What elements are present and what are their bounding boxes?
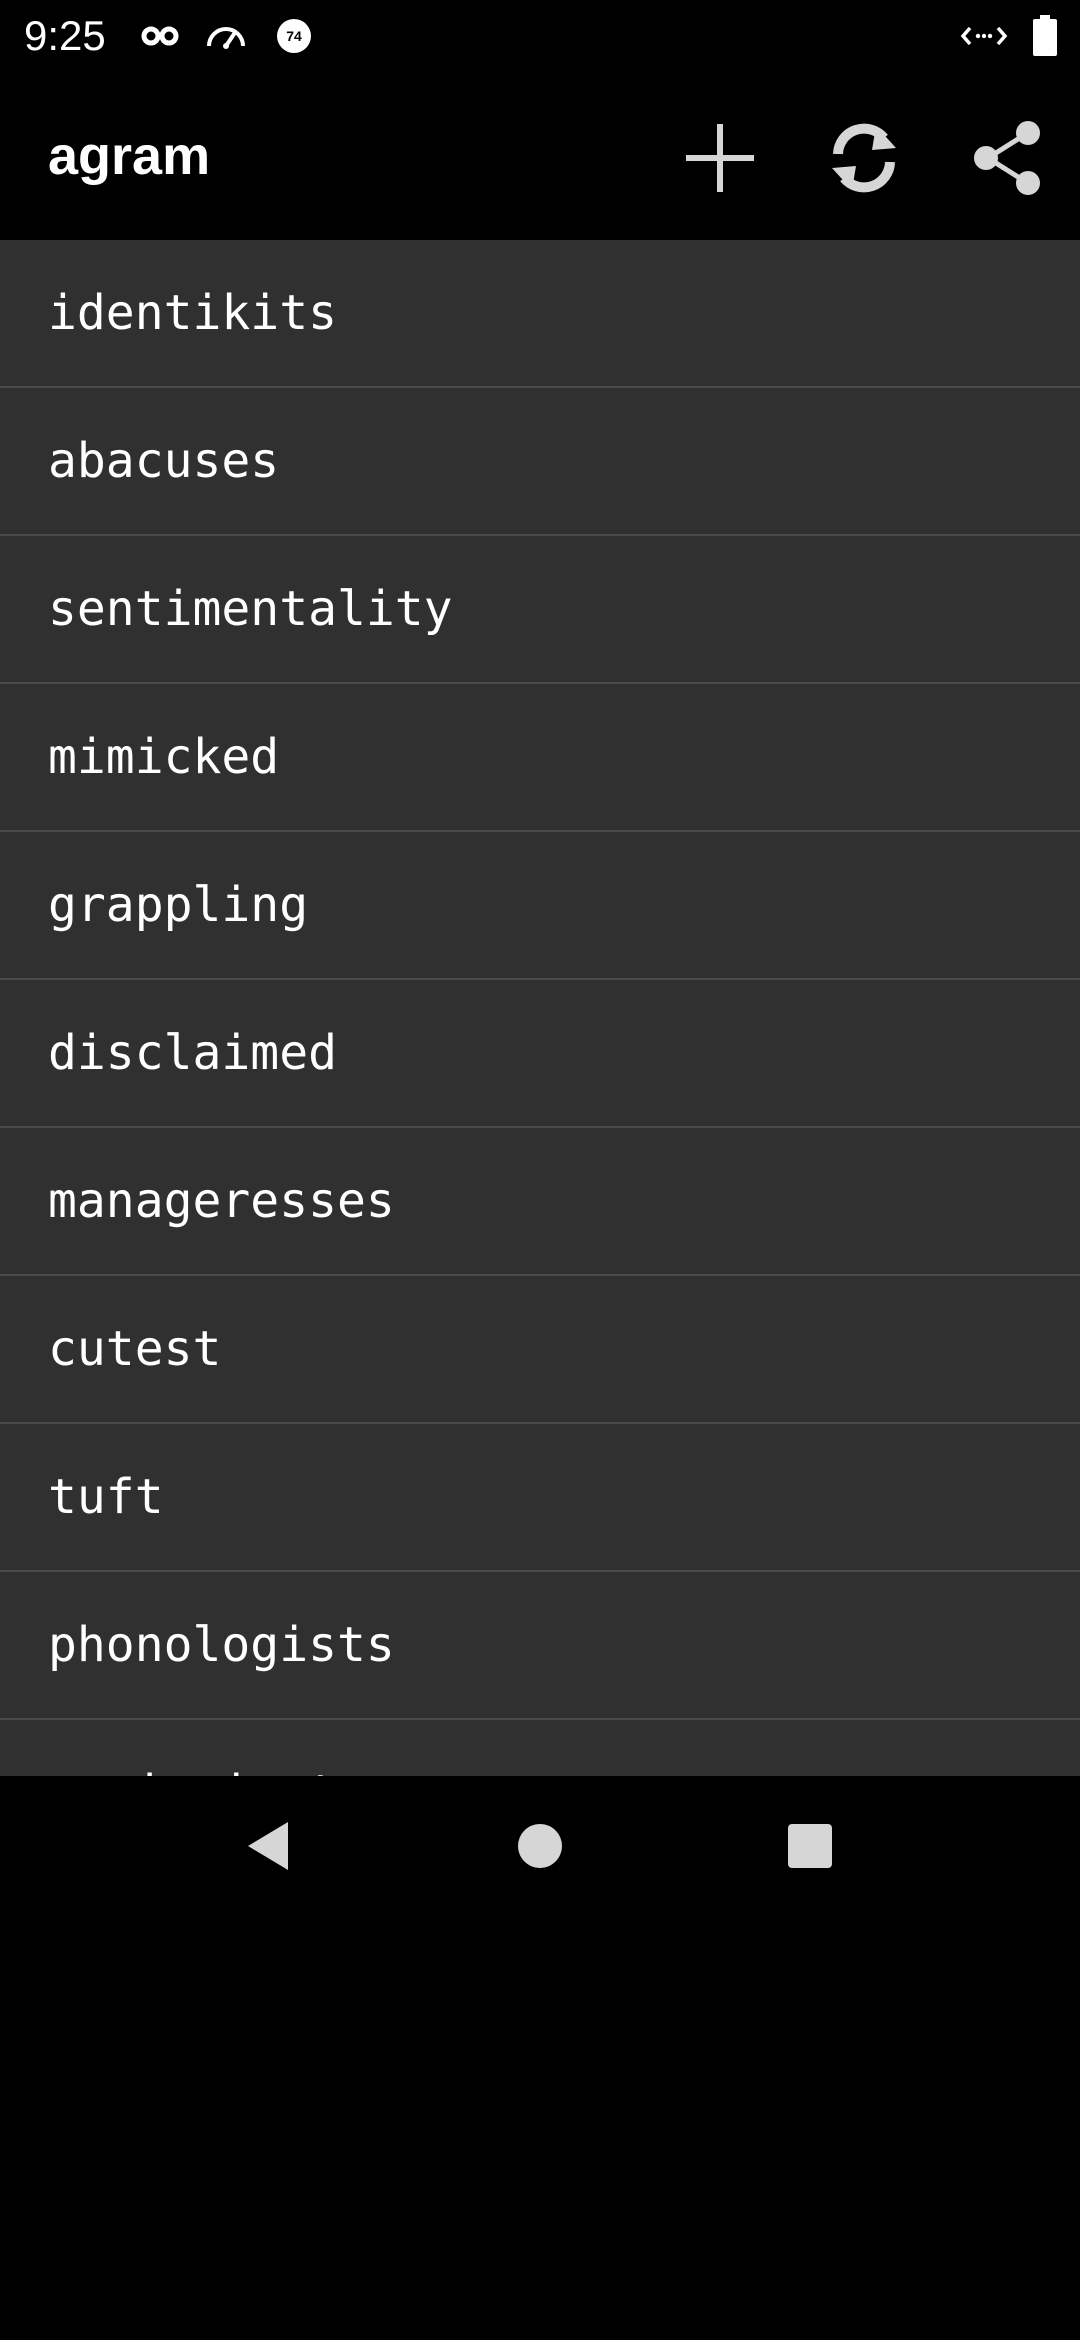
code-arrows-icon xyxy=(960,14,1008,58)
list-item[interactable]: phonologists xyxy=(0,1572,1080,1720)
recents-button[interactable] xyxy=(762,1798,858,1894)
list-item[interactable]: omniscient xyxy=(0,1720,1080,1776)
status-time: 9:25 xyxy=(24,12,106,59)
status-bar: 9:25 74 xyxy=(0,0,1080,72)
list-item-label: tuft xyxy=(48,1469,164,1525)
list-item[interactable]: grappling xyxy=(0,832,1080,980)
list-item-label: disclaimed xyxy=(48,1025,337,1081)
list-item-label: mimicked xyxy=(48,729,280,785)
list-item[interactable]: sentimentality xyxy=(0,536,1080,684)
add-button[interactable] xyxy=(672,110,768,206)
list-item[interactable]: disclaimed xyxy=(0,980,1080,1128)
list-item[interactable]: identikits xyxy=(0,240,1080,388)
bottom-blank-area xyxy=(0,1916,1080,2340)
refresh-icon xyxy=(832,123,896,193)
list-item-label: grappling xyxy=(48,877,309,933)
navigation-bar xyxy=(0,1776,1080,1916)
speedometer-icon xyxy=(204,14,248,58)
home-icon xyxy=(518,1824,562,1868)
badge-74-icon: 74 xyxy=(272,14,316,58)
share-icon xyxy=(974,121,1040,195)
app-title: agram xyxy=(48,126,211,186)
incognito-icon xyxy=(138,14,182,58)
list-item-label: phonologists xyxy=(48,1617,395,1673)
recents-icon xyxy=(788,1824,832,1868)
list-item-label: omniscient xyxy=(48,1758,337,1776)
list-item[interactable]: mimicked xyxy=(0,684,1080,832)
share-button[interactable] xyxy=(960,110,1056,206)
app-bar: agram xyxy=(0,72,1080,240)
badge-number: 74 xyxy=(286,28,302,44)
list-item[interactable]: tuft xyxy=(0,1424,1080,1572)
list-item[interactable]: manageresses xyxy=(0,1128,1080,1276)
list-item-label: cutest xyxy=(48,1321,222,1377)
list-item[interactable]: cutest xyxy=(0,1276,1080,1424)
list-item-label: manageresses xyxy=(48,1173,395,1229)
back-icon xyxy=(248,1822,288,1870)
battery-icon xyxy=(1030,14,1060,58)
home-button[interactable] xyxy=(492,1798,588,1894)
word-list[interactable]: identikits abacuses sentimentality mimic… xyxy=(0,240,1080,1776)
back-button[interactable] xyxy=(220,1798,316,1894)
list-item[interactable]: abacuses xyxy=(0,388,1080,536)
refresh-button[interactable] xyxy=(816,110,912,206)
list-item-label: sentimentality xyxy=(48,581,453,637)
list-item-label: abacuses xyxy=(48,433,280,489)
list-item-label: identikits xyxy=(48,285,337,341)
add-icon xyxy=(686,124,754,192)
